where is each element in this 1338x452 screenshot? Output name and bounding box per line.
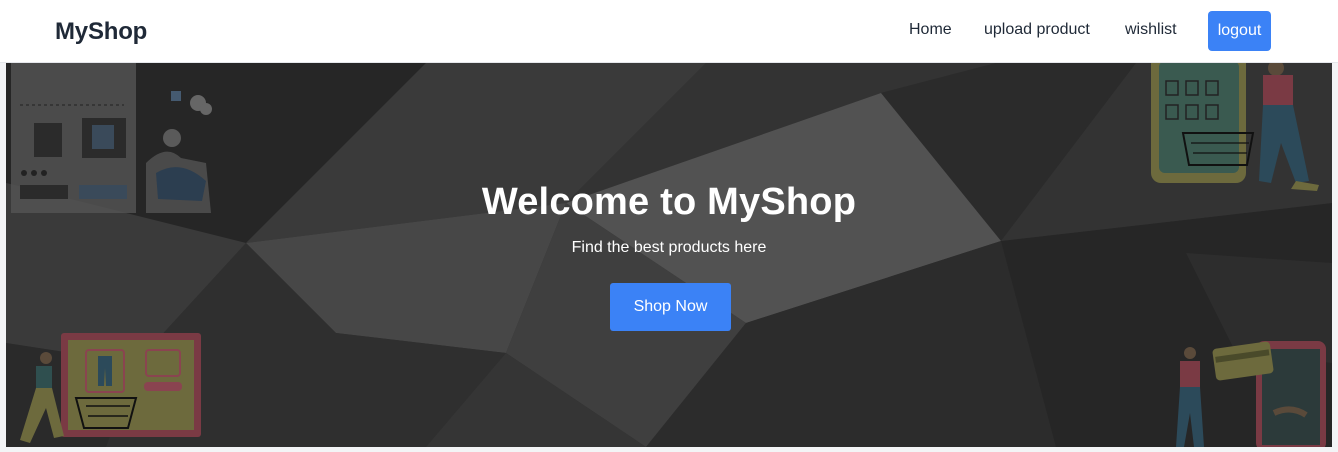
- nav-link-wishlist[interactable]: wishlist: [1125, 21, 1177, 39]
- brand-logo[interactable]: MyShop: [55, 18, 147, 46]
- navbar: MyShop Home upload product wishlist logo…: [0, 0, 1338, 63]
- hero-title: Welcome to MyShop: [481, 181, 857, 223]
- hero-banner: Welcome to MyShop Find the best products…: [6, 63, 1332, 447]
- nav-link-upload-product[interactable]: upload product: [984, 21, 1090, 39]
- shop-now-button[interactable]: Shop Now: [610, 283, 731, 331]
- logout-button[interactable]: logout: [1208, 11, 1271, 51]
- hero-content: Welcome to MyShop Find the best products…: [6, 63, 1332, 447]
- hero-subtitle: Find the best products here: [571, 239, 767, 256]
- nav-link-home[interactable]: Home: [909, 21, 952, 39]
